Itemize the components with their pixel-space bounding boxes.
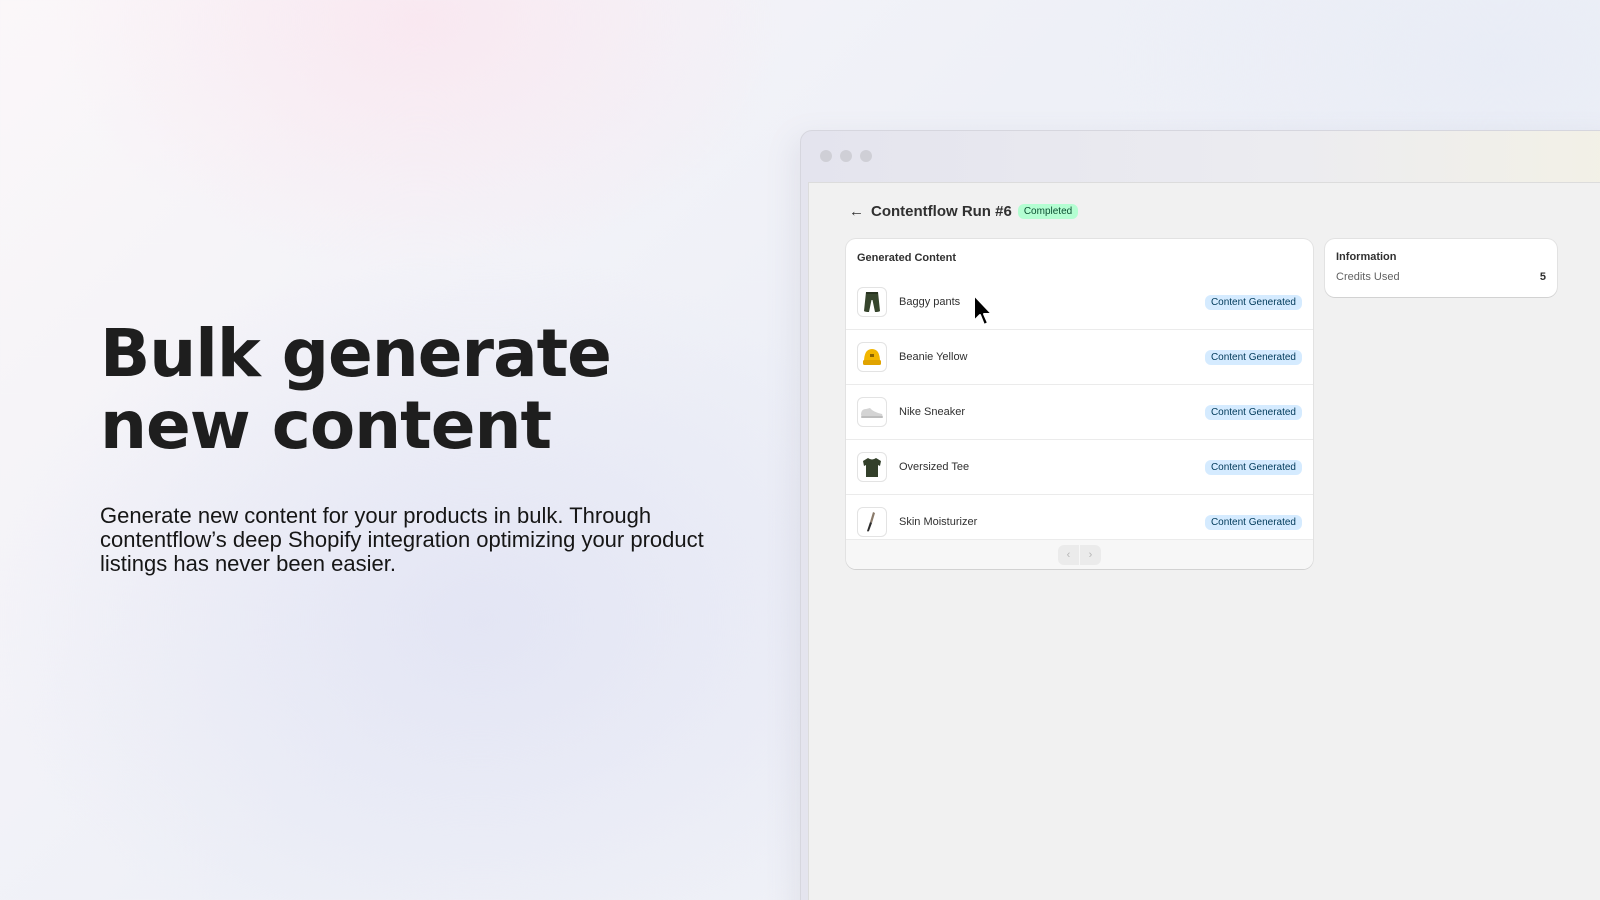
status-badge: Content Generated [1204, 459, 1302, 475]
information-card: Information Credits Used 5 [1325, 239, 1557, 297]
credits-label: Credits Used [1336, 271, 1400, 283]
pagination-controls: ‹ › [1058, 544, 1101, 565]
product-name: Skin Moisturizer [899, 516, 978, 528]
status-badge: Content Generated [1204, 294, 1302, 310]
list-item[interactable]: Beanie Yellow Content Generated [846, 330, 1313, 385]
list-item[interactable]: Baggy pants Content Generated [846, 275, 1313, 330]
generated-content-card: Generated Content Baggy pants Content Ge… [846, 239, 1313, 569]
product-name: Oversized Tee [899, 461, 970, 473]
next-page-button[interactable]: › [1080, 544, 1101, 565]
product-name: Nike Sneaker [899, 406, 966, 418]
back-arrow-icon[interactable]: ← [849, 203, 865, 220]
status-badge: Content Generated [1204, 404, 1302, 420]
pants-icon [857, 287, 887, 317]
beanie-icon [857, 342, 887, 372]
previous-page-button[interactable]: ‹ [1058, 544, 1079, 565]
list-item[interactable]: Nike Sneaker Content Generated [846, 385, 1313, 440]
minimize-window-dot[interactable] [840, 150, 852, 162]
app-content: ← Contentflow Run #6 Completed Generated… [808, 182, 1600, 900]
sneaker-icon [857, 397, 887, 427]
page-title: Contentflow Run #6 [871, 202, 1012, 220]
product-name: Beanie Yellow [899, 351, 968, 363]
close-window-dot[interactable] [820, 150, 832, 162]
hero-description: Generate new content for your products i… [100, 503, 704, 576]
mouse-cursor-icon [972, 293, 998, 334]
card-title: Generated Content [857, 252, 957, 264]
window-controls [820, 150, 872, 162]
status-badge: Content Generated [1204, 349, 1302, 365]
info-title: Information [1336, 251, 1397, 263]
hero-title: Bulk generate new content [100, 315, 612, 464]
app-window: ← Contentflow Run #6 Completed Generated… [800, 130, 1600, 900]
bottle-icon [857, 507, 887, 537]
status-badge: Completed [1017, 203, 1079, 219]
page-header: ← Contentflow Run #6 Completed [849, 199, 1079, 223]
list-item[interactable]: Oversized Tee Content Generated [846, 440, 1313, 495]
credits-row: Credits Used 5 [1336, 271, 1546, 283]
hero-section: Bulk generate new content Generate new c… [100, 318, 740, 576]
product-name: Baggy pants [899, 296, 961, 308]
pagination: ‹ › [846, 539, 1313, 569]
status-badge: Content Generated [1204, 514, 1302, 530]
credits-value: 5 [1539, 271, 1546, 283]
tshirt-icon [857, 452, 887, 482]
maximize-window-dot[interactable] [860, 150, 872, 162]
